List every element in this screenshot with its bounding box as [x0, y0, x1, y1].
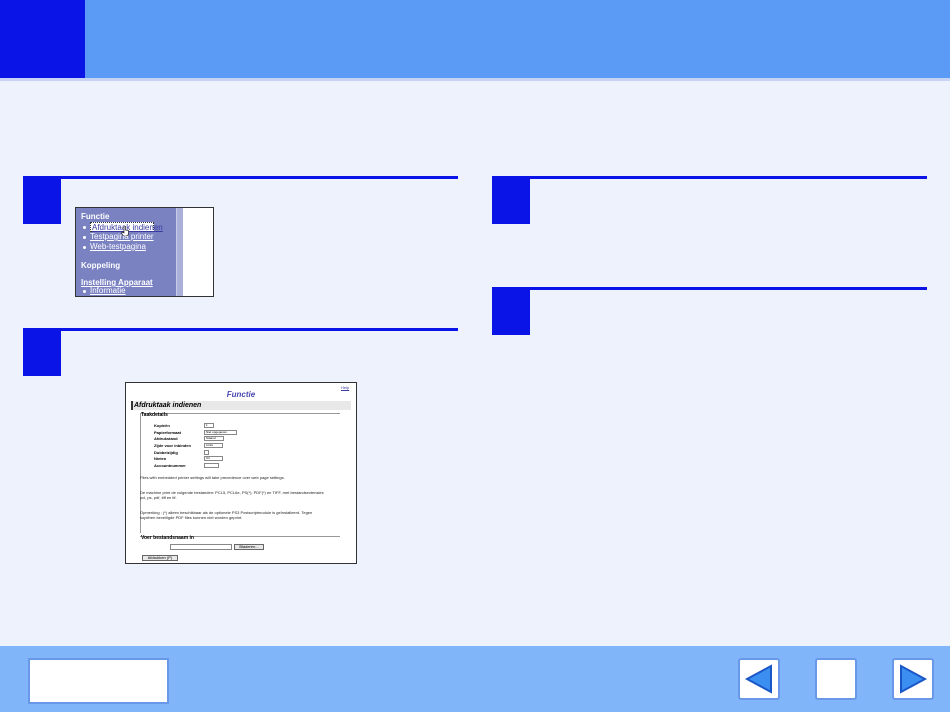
duplex-checkbox[interactable] — [204, 450, 209, 455]
sidebar-item-informatie[interactable]: Informatie — [90, 286, 126, 295]
bullet-icon — [83, 246, 86, 249]
job-details-label: Taakdetails — [141, 412, 168, 418]
browse-button[interactable]: Bladeren... — [234, 544, 264, 550]
bullet-icon — [83, 290, 86, 293]
submit-job-form-screenshot: Help Functie Afdruktaak indienen Taakdet… — [125, 382, 357, 564]
sidebar-heading: Functie — [81, 212, 110, 221]
account-number-label: Accountnummer — [154, 463, 186, 468]
form-section-title: Afdruktaak indienen — [134, 402, 202, 409]
next-button[interactable] — [892, 658, 934, 700]
info-paragraph-1: Files with embedded printer settings wil… — [140, 475, 285, 480]
paper-size-label: Papierformaat — [154, 430, 181, 435]
step-1-rule — [23, 176, 458, 179]
copies-input[interactable]: 1 — [204, 423, 214, 428]
form-title: Functie — [226, 390, 256, 399]
binding-edge-select[interactable]: Links — [204, 443, 223, 448]
account-number-input[interactable] — [204, 463, 219, 468]
sidebar-scrollbar[interactable] — [176, 208, 183, 296]
step-4-marker — [492, 288, 530, 335]
bullet-icon — [83, 236, 86, 239]
orientation-select[interactable]: Staand — [204, 436, 224, 441]
duplex-label: Dubbelzijdig — [154, 450, 178, 455]
info-paragraph-2: De machine print de volgende bestanden: … — [140, 490, 324, 500]
home-icon — [821, 664, 851, 694]
right-arrow-icon — [900, 664, 928, 694]
file-name-label: Voer bestandsnaam in — [141, 535, 194, 541]
staple-label: Nieten — [154, 456, 167, 461]
file-name-input[interactable] — [170, 544, 232, 550]
sidebar-section-koppeling: Koppeling — [81, 261, 121, 270]
step-4-rule — [492, 287, 927, 290]
back-button[interactable] — [738, 658, 780, 700]
orientation-label: Afdrukstand — [154, 436, 178, 441]
step-1-marker — [23, 177, 61, 224]
paper-size-select[interactable]: Niet opgegeven — [204, 430, 237, 435]
step-3-marker — [492, 177, 530, 224]
print-submit-button[interactable]: Afdrukken (P) — [142, 555, 178, 561]
hand-cursor-icon — [121, 226, 129, 236]
step-2-marker — [23, 329, 61, 376]
binding-edge-label: Zijde voor inbinden — [154, 443, 191, 448]
sidebar-screenshot: Functie Afdruktaak indienen Testpagina p… — [75, 207, 214, 297]
step-3-rule — [492, 176, 927, 179]
copies-label: Kopieën — [154, 423, 170, 428]
sidebar-item-web-test-page[interactable]: Web-testpagina — [90, 242, 146, 251]
header-chapter-square — [0, 0, 85, 78]
left-arrow-icon — [744, 664, 772, 694]
home-button[interactable] — [815, 658, 857, 700]
step-2-rule — [23, 328, 458, 331]
sidebar-panel: Functie Afdruktaak indienen Testpagina p… — [76, 208, 176, 296]
staple-select[interactable]: Uit — [204, 456, 223, 461]
bullet-icon — [83, 226, 86, 229]
contents-button[interactable] — [28, 658, 169, 704]
header-bar — [0, 0, 950, 78]
header-divider — [0, 78, 950, 81]
info-paragraph-3: Opmerking : (*) alleen beschikbaar als d… — [140, 510, 313, 520]
